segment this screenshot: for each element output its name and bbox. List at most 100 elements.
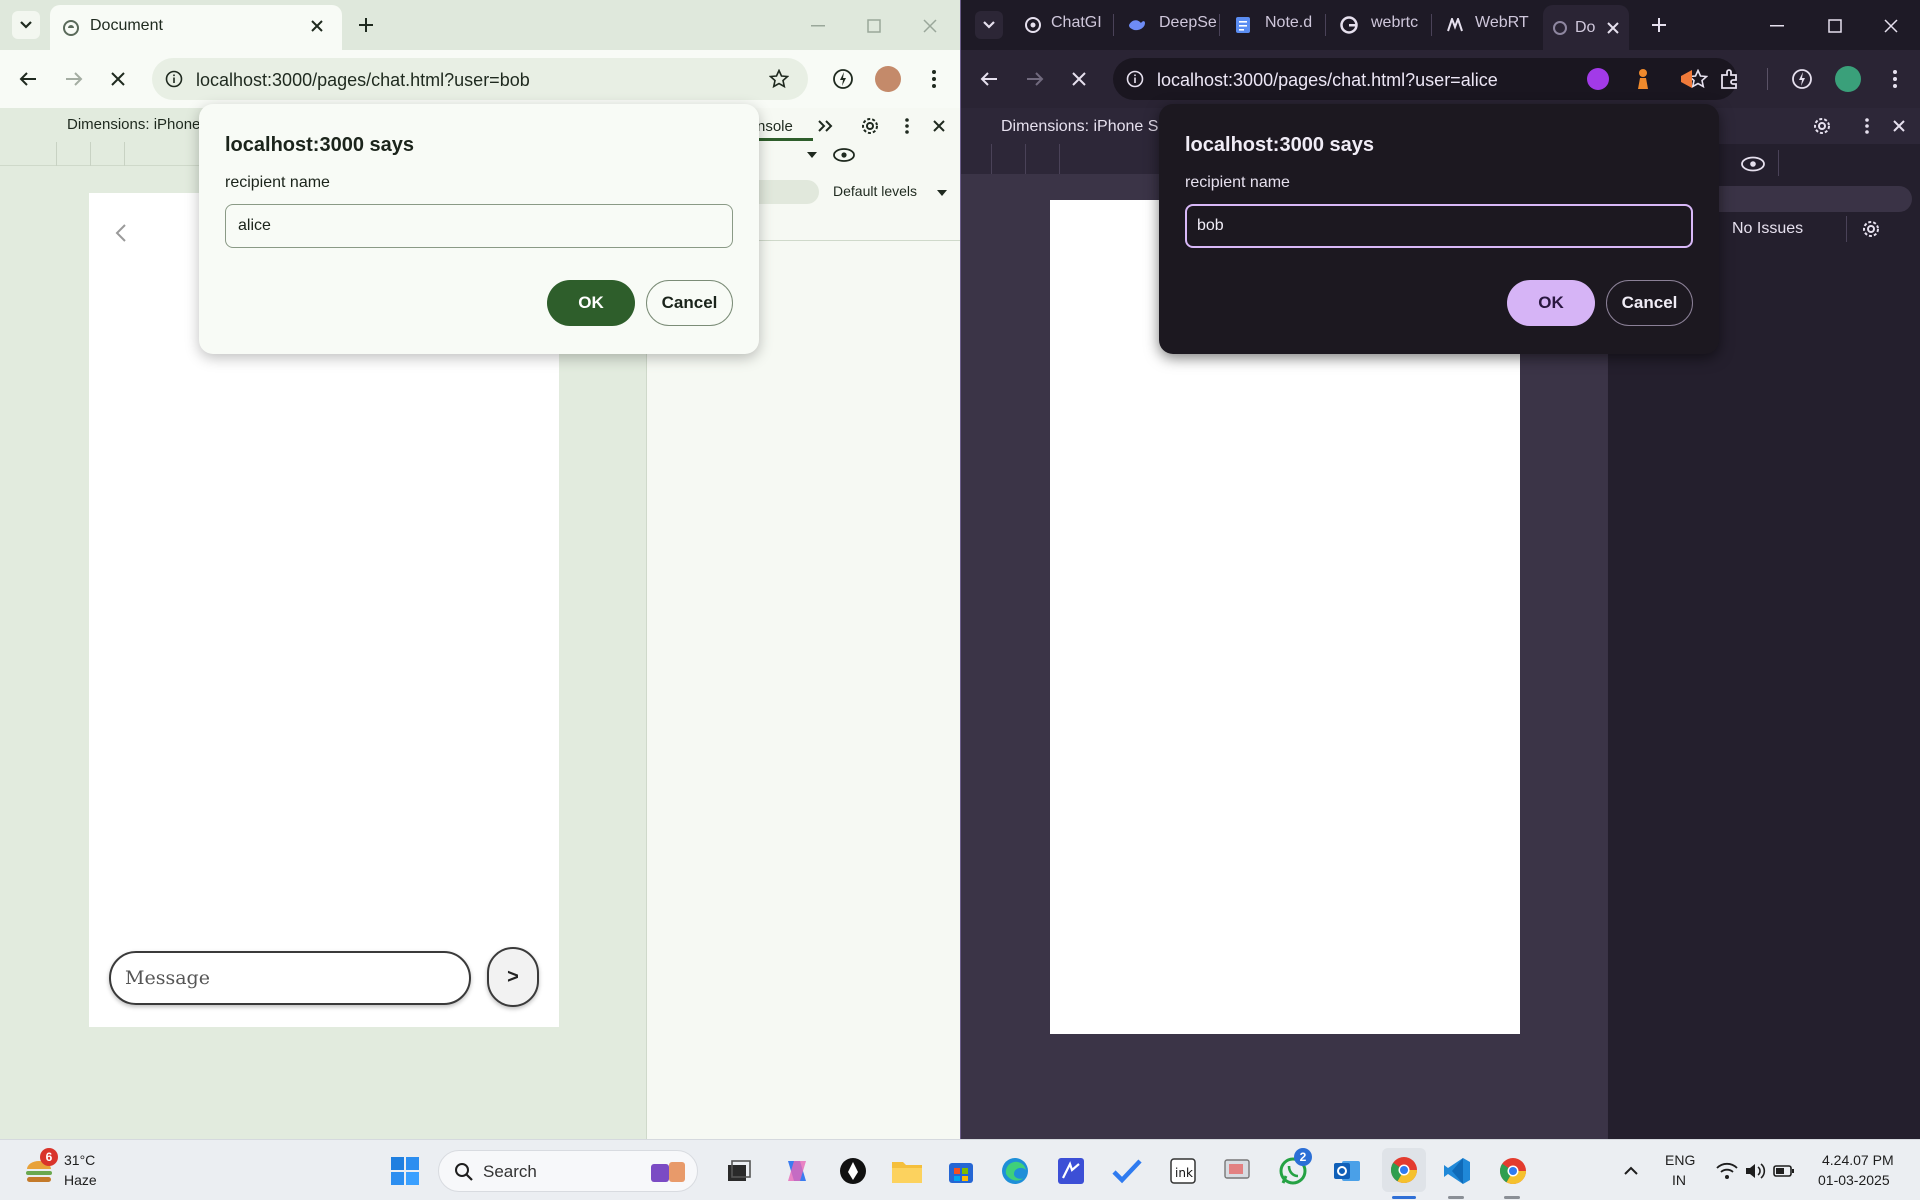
cancel-button[interactable]: Cancel (646, 280, 733, 326)
vscode-icon[interactable] (1438, 1152, 1476, 1190)
window-close-icon[interactable] (1879, 14, 1903, 38)
extension-icon[interactable] (830, 66, 856, 92)
site-info-icon[interactable] (164, 69, 184, 89)
devtools-close-icon[interactable] (929, 116, 949, 136)
send-button[interactable]: > (487, 947, 539, 1007)
url-text: localhost:3000/pages/chat.html?user=alic… (1157, 70, 1498, 90)
copilot-icon[interactable] (778, 1152, 816, 1190)
message-input[interactable] (111, 953, 469, 1003)
extensions-puzzle-icon[interactable] (1717, 66, 1743, 92)
language-top[interactable]: ENG (1665, 1152, 1695, 1168)
cancel-button[interactable]: Cancel (1606, 280, 1693, 326)
chat-back-chevron-icon[interactable] (111, 221, 131, 245)
volume-icon[interactable] (1744, 1160, 1766, 1182)
language-bottom[interactable]: IN (1672, 1172, 1686, 1188)
issues-count[interactable]: No Issues (1732, 220, 1803, 238)
task-view-icon[interactable] (720, 1152, 758, 1190)
maximize-icon[interactable] (1823, 14, 1847, 38)
ok-button[interactable]: OK (1507, 280, 1595, 326)
weather-widget[interactable]: 6 31°C Haze (20, 1148, 140, 1194)
page-favicon-icon (1551, 19, 1569, 37)
window-close-icon[interactable] (918, 14, 942, 38)
new-tab-icon[interactable] (1647, 13, 1671, 37)
tab-console[interactable]: nsole (757, 118, 793, 135)
menu-kebab-icon[interactable] (922, 67, 946, 91)
ok-button[interactable]: OK (547, 280, 635, 326)
minimize-icon[interactable] (806, 14, 830, 38)
tab-webrtc-search[interactable]: webrtc (1371, 14, 1431, 36)
back-icon[interactable] (977, 67, 1001, 91)
default-levels-dropdown[interactable]: Default levels (833, 183, 917, 199)
tab-close-icon[interactable] (1603, 18, 1623, 38)
tray-chevron-up-icon[interactable] (1620, 1160, 1642, 1182)
extension-bolt-icon[interactable] (1789, 66, 1815, 92)
chatgpt-favicon-icon (1023, 15, 1043, 35)
extension-pawn-icon[interactable] (1631, 66, 1655, 92)
tab-document-active[interactable]: Do (1543, 5, 1629, 50)
stop-loading-icon[interactable] (106, 67, 130, 91)
weather-badge: 6 (40, 1148, 58, 1166)
back-icon[interactable] (16, 67, 40, 91)
file-explorer-icon[interactable] (888, 1152, 926, 1190)
prompt-dialog-left: localhost:3000 says recipient name OK Ca… (199, 104, 759, 354)
taskbar-search[interactable]: Search (438, 1150, 698, 1192)
extension-horn-icon[interactable] (1675, 66, 1699, 92)
tab-chatgpt[interactable]: ChatGI (1051, 14, 1115, 36)
bookmark-star-icon[interactable] (768, 68, 790, 90)
live-expression-eye-icon[interactable] (807, 144, 857, 166)
battery-icon[interactable] (1772, 1160, 1796, 1182)
weather-temp: 31°C (64, 1152, 96, 1168)
profile-avatar[interactable] (1835, 66, 1861, 92)
store-icon[interactable] (942, 1152, 980, 1190)
device-dimensions[interactable]: Dimensions: iPhone (67, 116, 200, 133)
recipient-name-input[interactable] (225, 204, 733, 248)
message-input-wrap (109, 951, 471, 1005)
google-favicon-icon (1339, 15, 1359, 35)
clock-time[interactable]: 4.24.07 PM (1822, 1152, 1894, 1168)
console-settings-gear-icon[interactable] (1860, 218, 1882, 240)
taskbar: 6 31°C Haze Search ink 2 ENG IN 4.24.07 … (0, 1139, 1920, 1200)
address-bar[interactable]: localhost:3000/pages/chat.html?user=bob (152, 58, 808, 100)
minimize-icon[interactable] (1765, 14, 1789, 38)
pen-app-icon[interactable] (834, 1152, 872, 1190)
clock-date[interactable]: 01-03-2025 (1818, 1172, 1890, 1188)
tab-strip: ChatGI DeepSe Note.d webrtc WebRT Do (961, 0, 1920, 50)
edge-icon[interactable] (996, 1152, 1034, 1190)
stop-loading-icon[interactable] (1067, 67, 1091, 91)
android-studio-icon[interactable] (1052, 1152, 1090, 1190)
dialog-title: localhost:3000 says (225, 134, 414, 156)
todo-icon[interactable] (1108, 1152, 1146, 1190)
forward-icon (1023, 67, 1047, 91)
tab-document[interactable]: Document (50, 5, 342, 50)
device-dimensions[interactable]: Dimensions: iPhone S (1001, 118, 1158, 136)
live-expression-eye-icon[interactable] (1740, 154, 1766, 174)
profile-avatar[interactable] (875, 66, 901, 92)
devtools-close-icon[interactable] (1889, 116, 1909, 136)
tab-search-icon[interactable] (12, 11, 40, 39)
devtools-settings-gear-icon[interactable] (859, 115, 881, 137)
site-info-icon[interactable] (1125, 69, 1145, 89)
tab-close-icon[interactable] (305, 14, 329, 38)
tab-webrt[interactable]: WebRT (1475, 14, 1537, 36)
wifi-icon[interactable] (1716, 1160, 1738, 1182)
chrome-icon-active[interactable] (1382, 1148, 1426, 1192)
start-windows-icon[interactable] (388, 1154, 422, 1188)
outlook-icon[interactable] (1328, 1152, 1366, 1190)
tab-deepseek[interactable]: DeepSe (1159, 14, 1221, 36)
extension-purple-icon[interactable] (1587, 68, 1609, 90)
inkscape-icon[interactable]: ink (1164, 1152, 1202, 1190)
new-tab-icon[interactable] (354, 13, 378, 37)
maximize-icon[interactable] (862, 14, 886, 38)
devtools-menu-icon[interactable] (897, 116, 917, 136)
tab-note[interactable]: Note.d (1265, 14, 1325, 36)
recipient-name-input[interactable] (1185, 204, 1693, 248)
devtools-settings-gear-icon[interactable] (1811, 115, 1833, 137)
menu-kebab-icon[interactable] (1883, 67, 1907, 91)
devtools-menu-icon[interactable] (1857, 116, 1877, 136)
tab-search-icon[interactable] (975, 11, 1003, 39)
more-tabs-icon[interactable] (815, 116, 835, 136)
chrome-profile-icon[interactable] (1494, 1152, 1532, 1190)
snipping-tool-icon[interactable] (1218, 1152, 1256, 1190)
note-favicon-icon (1233, 15, 1253, 35)
search-highlight-icon (649, 1157, 689, 1187)
